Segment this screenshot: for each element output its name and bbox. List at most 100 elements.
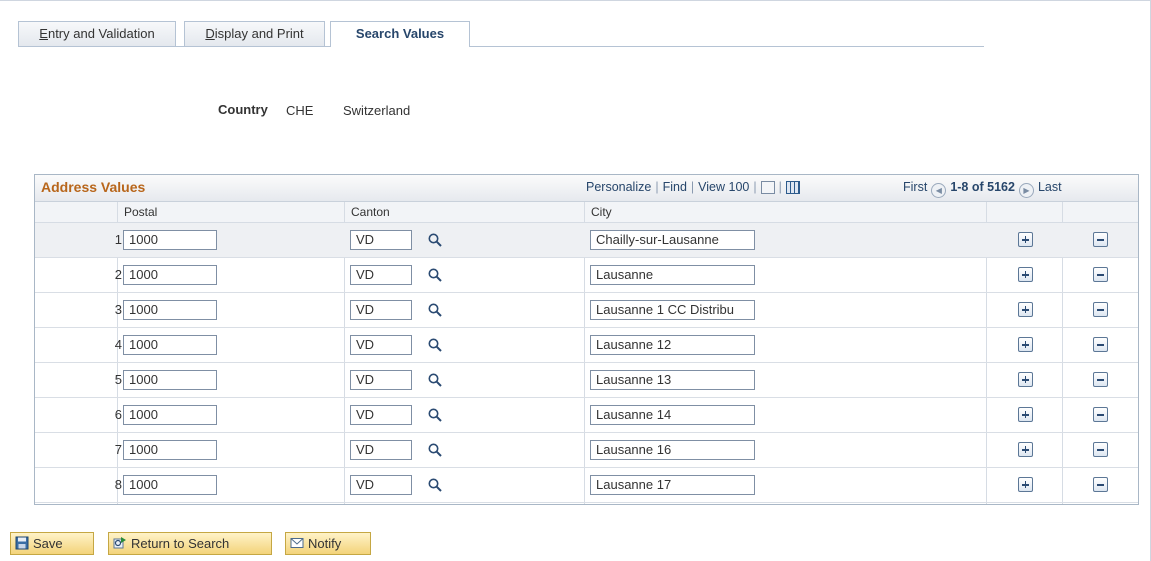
- row-number: 3: [114, 302, 122, 317]
- magnifier-icon[interactable]: [427, 477, 443, 493]
- magnifier-icon[interactable]: [427, 407, 443, 423]
- minus-icon: [1097, 344, 1104, 346]
- plus-icon-stroke: [1024, 481, 1027, 488]
- address-values-grid: Address Values Personalize | Find | View 100…: [34, 174, 1139, 505]
- nav-separator: |: [655, 180, 659, 194]
- column-header-canton: Canton: [351, 202, 390, 222]
- tab-search-values[interactable]: Search Values: [330, 21, 470, 47]
- row-number: 2: [114, 267, 122, 282]
- save-button[interactable]: Save: [10, 532, 94, 555]
- add-row-button[interactable]: [1018, 302, 1033, 317]
- magnifier-icon[interactable]: [427, 302, 443, 318]
- minus-icon: [1097, 449, 1104, 451]
- city-input[interactable]: Lausanne 17: [590, 475, 755, 495]
- grid-download-icon[interactable]: [785, 181, 800, 194]
- notify-icon: [290, 538, 304, 548]
- delete-row-button[interactable]: [1093, 267, 1108, 282]
- add-row-button[interactable]: [1018, 477, 1033, 492]
- delete-row-button[interactable]: [1093, 477, 1108, 492]
- magnifier-icon[interactable]: [427, 232, 443, 248]
- country-label: Country: [218, 102, 268, 117]
- tab-entry-and-validation[interactable]: Entry and Validation: [18, 21, 176, 46]
- magnifier-icon[interactable]: [427, 372, 443, 388]
- add-row-button[interactable]: [1018, 267, 1033, 282]
- magnifier-icon[interactable]: [427, 337, 443, 353]
- minus-icon: [1097, 414, 1104, 416]
- view-100-link[interactable]: View 100: [698, 180, 749, 194]
- table-row: 8 1000 VD Lausanne 17: [35, 468, 1138, 503]
- add-row-button[interactable]: [1018, 337, 1033, 352]
- tab-label: Search Values: [355, 26, 445, 41]
- postal-input[interactable]: 1000: [123, 230, 217, 250]
- delete-row-button[interactable]: [1093, 372, 1108, 387]
- city-input[interactable]: Chailly-sur-Lausanne: [590, 230, 755, 250]
- right-arrow-circle-icon[interactable]: ▶: [1018, 183, 1034, 198]
- add-row-button[interactable]: [1018, 232, 1033, 247]
- country-code: CHE: [286, 103, 314, 118]
- city-input[interactable]: Lausanne 1 CC Distribu: [590, 300, 755, 320]
- canton-input[interactable]: VD: [350, 335, 412, 355]
- column-header-bar: [35, 202, 1138, 223]
- city-input[interactable]: Lausanne 14: [590, 405, 755, 425]
- table-row: 1 1000 VD Chailly-sur-Lausanne: [35, 223, 1138, 258]
- return-to-search-button[interactable]: Return to Search: [108, 532, 272, 555]
- plus-icon-stroke: [1024, 271, 1027, 278]
- row-number: 6: [114, 407, 122, 422]
- postal-input[interactable]: 1000: [123, 300, 217, 320]
- postal-input[interactable]: 1000: [123, 265, 217, 285]
- magnifier-icon[interactable]: [427, 267, 443, 283]
- add-row-button[interactable]: [1018, 442, 1033, 457]
- plus-icon-stroke: [1024, 411, 1027, 418]
- country-name: Switzerland: [343, 103, 411, 118]
- minus-icon: [1097, 309, 1104, 311]
- first-link[interactable]: First: [903, 180, 927, 194]
- save-label: Save: [33, 536, 63, 551]
- magnifier-icon[interactable]: [427, 442, 443, 458]
- canton-input[interactable]: VD: [350, 405, 412, 425]
- add-row-button[interactable]: [1018, 407, 1033, 422]
- city-input[interactable]: Lausanne 16: [590, 440, 755, 460]
- postal-input[interactable]: 1000: [123, 370, 217, 390]
- delete-row-button[interactable]: [1093, 407, 1108, 422]
- row-number: 5: [114, 372, 122, 387]
- plus-icon-stroke: [1024, 236, 1027, 243]
- grid-nav: Personalize | Find | View 100 | |: [586, 180, 800, 194]
- find-link[interactable]: Find: [663, 180, 687, 194]
- canton-input[interactable]: VD: [350, 265, 412, 285]
- delete-row-button[interactable]: [1093, 442, 1108, 457]
- postal-input[interactable]: 1000: [123, 405, 217, 425]
- notify-button[interactable]: Notify: [285, 532, 371, 555]
- delete-row-button[interactable]: [1093, 337, 1108, 352]
- tabs-baseline: [18, 46, 984, 47]
- postal-input[interactable]: 1000: [123, 475, 217, 495]
- canton-input[interactable]: VD: [350, 370, 412, 390]
- zoom-icon[interactable]: [760, 181, 775, 194]
- personalize-link[interactable]: Personalize: [586, 180, 651, 194]
- canton-input[interactable]: VD: [350, 440, 412, 460]
- nav-separator: |: [690, 180, 695, 194]
- canton-input[interactable]: VD: [350, 230, 412, 250]
- canton-input[interactable]: VD: [350, 475, 412, 495]
- tab-mnemonic: D: [205, 26, 215, 41]
- tab-display-and-print[interactable]: Display and Print: [184, 21, 325, 46]
- table-row: 5 1000 VD Lausanne 13: [35, 363, 1138, 398]
- minus-icon: [1097, 239, 1104, 241]
- minus-icon: [1097, 484, 1104, 486]
- last-link[interactable]: Last: [1038, 180, 1062, 194]
- left-arrow-circle-icon[interactable]: ◀: [931, 183, 947, 198]
- delete-row-button[interactable]: [1093, 302, 1108, 317]
- city-input[interactable]: Lausanne 12: [590, 335, 755, 355]
- delete-row-button[interactable]: [1093, 232, 1108, 247]
- canton-input[interactable]: VD: [350, 300, 412, 320]
- add-row-button[interactable]: [1018, 372, 1033, 387]
- nav-separator: |: [753, 180, 757, 194]
- column-header-postal: Postal: [124, 202, 158, 222]
- return-to-search-icon: [113, 537, 126, 549]
- return-to-search-label: Return to Search: [131, 536, 230, 551]
- city-input[interactable]: Lausanne 13: [590, 370, 755, 390]
- page-tabs: Entry and Validation Display and Print S…: [18, 21, 984, 47]
- postal-input[interactable]: 1000: [123, 440, 217, 460]
- city-input[interactable]: Lausanne: [590, 265, 755, 285]
- window-top-border: [0, 0, 1151, 1]
- postal-input[interactable]: 1000: [123, 335, 217, 355]
